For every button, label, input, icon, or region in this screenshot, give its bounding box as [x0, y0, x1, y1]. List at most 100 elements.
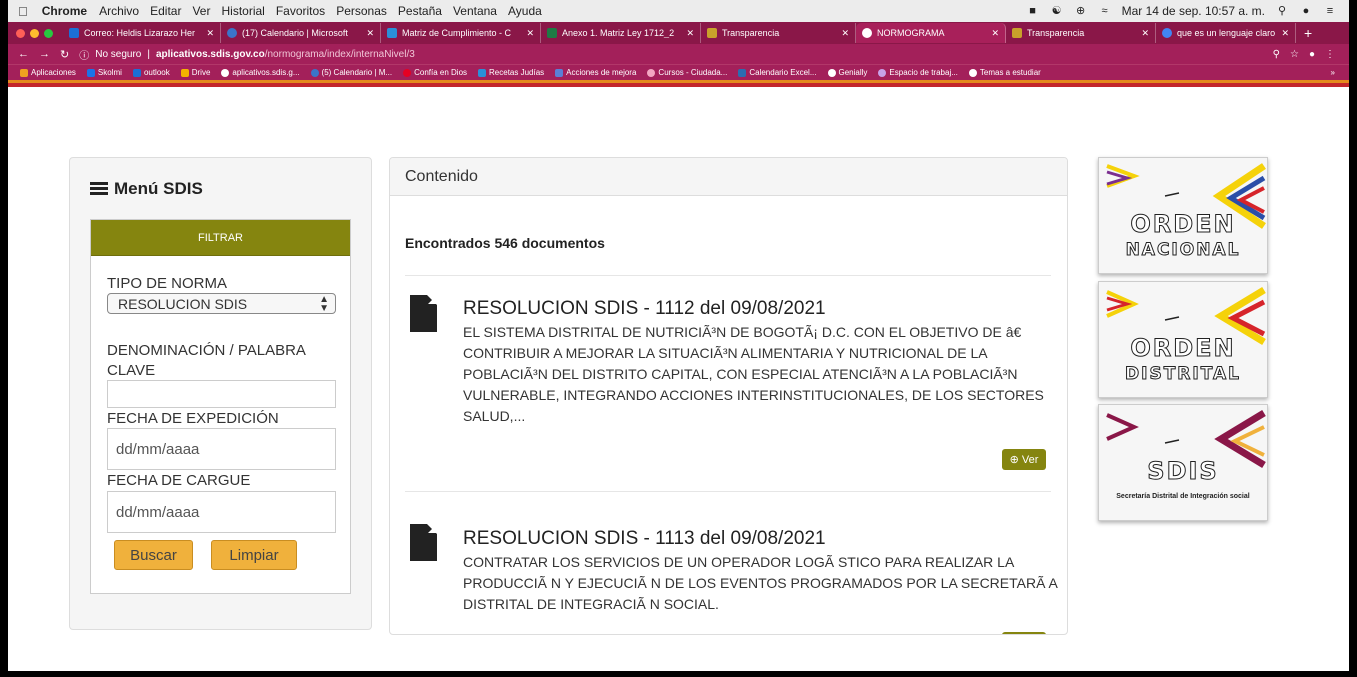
new-tab-button[interactable]: +	[1304, 25, 1312, 41]
site-icon	[478, 68, 487, 77]
filter-header: FILTRAR	[91, 220, 350, 256]
select-arrows-icon: ▲ ▼	[319, 294, 329, 314]
menu-ayuda[interactable]: Ayuda	[508, 4, 542, 18]
siri-icon[interactable]: ●	[1299, 5, 1313, 17]
tab-anexo[interactable]: Anexo 1. Matriz Ley 1712_2 ✕	[541, 23, 701, 43]
ver-button[interactable]	[1002, 632, 1046, 634]
document-title[interactable]: RESOLUCION SDIS - 1113 del 09/08/2021	[463, 528, 826, 550]
wifi-icon[interactable]: ≈	[1098, 5, 1112, 17]
close-tab-icon[interactable]: ✕	[206, 28, 214, 39]
google-icon	[1162, 28, 1172, 38]
clock-text[interactable]: Mar 14 de sep. 10:57 a. m.	[1122, 4, 1265, 18]
apps-grid-icon	[20, 68, 28, 77]
bookmark-aplicaciones[interactable]: Aplicaciones	[20, 68, 76, 77]
macos-menubar:  Chrome Archivo Editar Ver Historial Fa…	[8, 0, 1349, 22]
calendar-icon	[738, 68, 747, 77]
tab-transparencia-2[interactable]: Transparencia ✕	[1006, 23, 1156, 43]
results-count: Encontrados 546 documentos	[405, 235, 605, 251]
menu-archivo[interactable]: Archivo	[99, 4, 139, 18]
document-title[interactable]: RESOLUCION SDIS - 1112 del 09/08/2021	[463, 298, 826, 320]
reload-icon[interactable]: ↻	[60, 48, 69, 61]
menu-pestana[interactable]: Pestaña	[398, 4, 442, 18]
document-icon	[410, 524, 437, 561]
more-bookmarks-icon[interactable]: »	[1331, 68, 1349, 77]
teams-icon	[227, 28, 237, 38]
close-window-button[interactable]	[16, 28, 25, 38]
menu-ver[interactable]: Ver	[192, 4, 210, 18]
buscar-button[interactable]: Buscar	[114, 540, 193, 570]
tipo-norma-select[interactable]: RESOLUCION SDIS ▲ ▼	[107, 293, 336, 314]
banner-orden-distrital[interactable]: ORDEN DISTRITAL	[1098, 281, 1268, 398]
extension-icon[interactable]: ■	[1026, 5, 1040, 17]
bookmark-recetas[interactable]: Recetas Judías	[478, 68, 544, 77]
menu-personas[interactable]: Personas	[336, 4, 387, 18]
bookmark-genially[interactable]: Genially	[827, 68, 867, 77]
bookmark-aplicativos[interactable]: aplicativos.sdis.g...	[221, 68, 300, 77]
tab-strip: Correo: Heldis Lizarazo Her ✕ (17) Calend…	[8, 22, 1349, 44]
banner-sdis[interactable]: SDIS Secretaría Distrital de Integración…	[1098, 404, 1268, 521]
close-tab-icon[interactable]: ✕	[526, 28, 534, 39]
ver-button[interactable]: ⊕ Ver	[1002, 449, 1046, 470]
close-tab-icon[interactable]: ✕	[366, 28, 374, 39]
tab-calendario[interactable]: (17) Calendario | Microsoft ✕	[221, 23, 381, 43]
bookmark-acciones[interactable]: Acciones de mejora	[555, 68, 636, 77]
control-center-icon[interactable]: ≡	[1323, 5, 1337, 17]
bookmark-espacio[interactable]: Espacio de trabaj...	[878, 68, 958, 77]
zoom-icon[interactable]: ⚲	[1273, 49, 1280, 60]
url-field[interactable]: ⓘ No seguro | aplicativos.sdis.gov.co /n…	[79, 47, 1272, 62]
tab-lenguaje-claro[interactable]: que es un lenguaje claro - ✕	[1156, 23, 1296, 43]
menu-title: Menú SDIS	[90, 179, 203, 199]
menu-editar[interactable]: Editar	[150, 4, 181, 18]
bookmarks-bar: Aplicaciones Skolmi outlook Drive aplica…	[8, 64, 1349, 80]
divider	[405, 275, 1051, 276]
info-icon[interactable]: ⓘ	[79, 47, 89, 62]
close-tab-icon[interactable]: ✕	[1141, 28, 1149, 39]
maximize-window-button[interactable]	[44, 28, 53, 38]
site-icon	[555, 68, 564, 77]
bookmark-cursos[interactable]: Cursos - Ciudada...	[647, 68, 727, 77]
minimize-window-button[interactable]	[30, 28, 39, 38]
banner-line1: ORDEN	[1130, 334, 1236, 363]
tab-matriz[interactable]: Matriz de Cumplimiento - C ✕	[381, 23, 541, 43]
fecha-cargue-input[interactable]: dd/mm/aaaa	[107, 491, 336, 533]
profile-avatar[interactable]: ●	[1309, 49, 1315, 60]
more-menu-icon[interactable]: ⋮	[1325, 49, 1335, 60]
bookmark-drive[interactable]: Drive	[180, 68, 210, 77]
fecha-expedicion-input[interactable]: dd/mm/aaaa	[107, 428, 336, 470]
forward-icon[interactable]: →	[39, 48, 50, 60]
bookmark-confia[interactable]: Confía en Dios	[403, 68, 467, 77]
close-tab-icon[interactable]: ✕	[686, 28, 694, 39]
security-label[interactable]: No seguro	[95, 49, 141, 60]
bookmark-skolmi[interactable]: Skolmi	[86, 68, 122, 77]
tab-transparencia-1[interactable]: Transparencia ✕	[701, 23, 856, 43]
back-icon[interactable]: ←	[18, 48, 29, 60]
window-controls	[16, 28, 53, 38]
menu-historial[interactable]: Historial	[221, 4, 264, 18]
banner-orden-nacional[interactable]: ORDEN NACIONAL	[1098, 157, 1268, 274]
menu-favoritos[interactable]: Favoritos	[276, 4, 325, 18]
drive-icon	[180, 68, 189, 77]
close-tab-icon[interactable]: ✕	[841, 28, 849, 39]
tab-correo[interactable]: Correo: Heldis Lizarazo Her ✕	[63, 23, 221, 43]
close-tab-icon[interactable]: ✕	[991, 28, 999, 39]
outlook-icon	[132, 68, 141, 77]
bookmark-outlook[interactable]: outlook	[132, 68, 170, 77]
bookmark-calendario-excel[interactable]: Calendario Excel...	[738, 68, 817, 77]
menu-ventana[interactable]: Ventana	[453, 4, 497, 18]
banner-line2: Secretaría Distrital de Integración soci…	[1116, 493, 1250, 500]
close-tab-icon[interactable]: ✕	[1281, 28, 1289, 39]
creative-cloud-icon[interactable]: ☯	[1050, 5, 1064, 17]
menu-app-name[interactable]: Chrome	[42, 4, 87, 18]
limpiar-button[interactable]: Limpiar	[211, 540, 297, 570]
spotlight-search-icon[interactable]: ⚲	[1275, 5, 1289, 17]
banner-line2: NACIONAL	[1125, 240, 1241, 261]
pinterest-icon	[403, 68, 412, 77]
tab-normograma[interactable]: NORMOGRAMA ✕	[856, 23, 1006, 43]
bookmark-calendario[interactable]: (5) Calendario | M...	[310, 68, 392, 77]
outlook-icon	[69, 28, 79, 38]
bookmark-star-icon[interactable]: ☆	[1290, 49, 1299, 60]
denominacion-input[interactable]	[107, 380, 336, 408]
bookmark-temas[interactable]: Temas a estudiar	[968, 68, 1041, 77]
sync-icon[interactable]: ⊕	[1074, 5, 1088, 17]
apple-icon[interactable]: 	[18, 4, 28, 19]
